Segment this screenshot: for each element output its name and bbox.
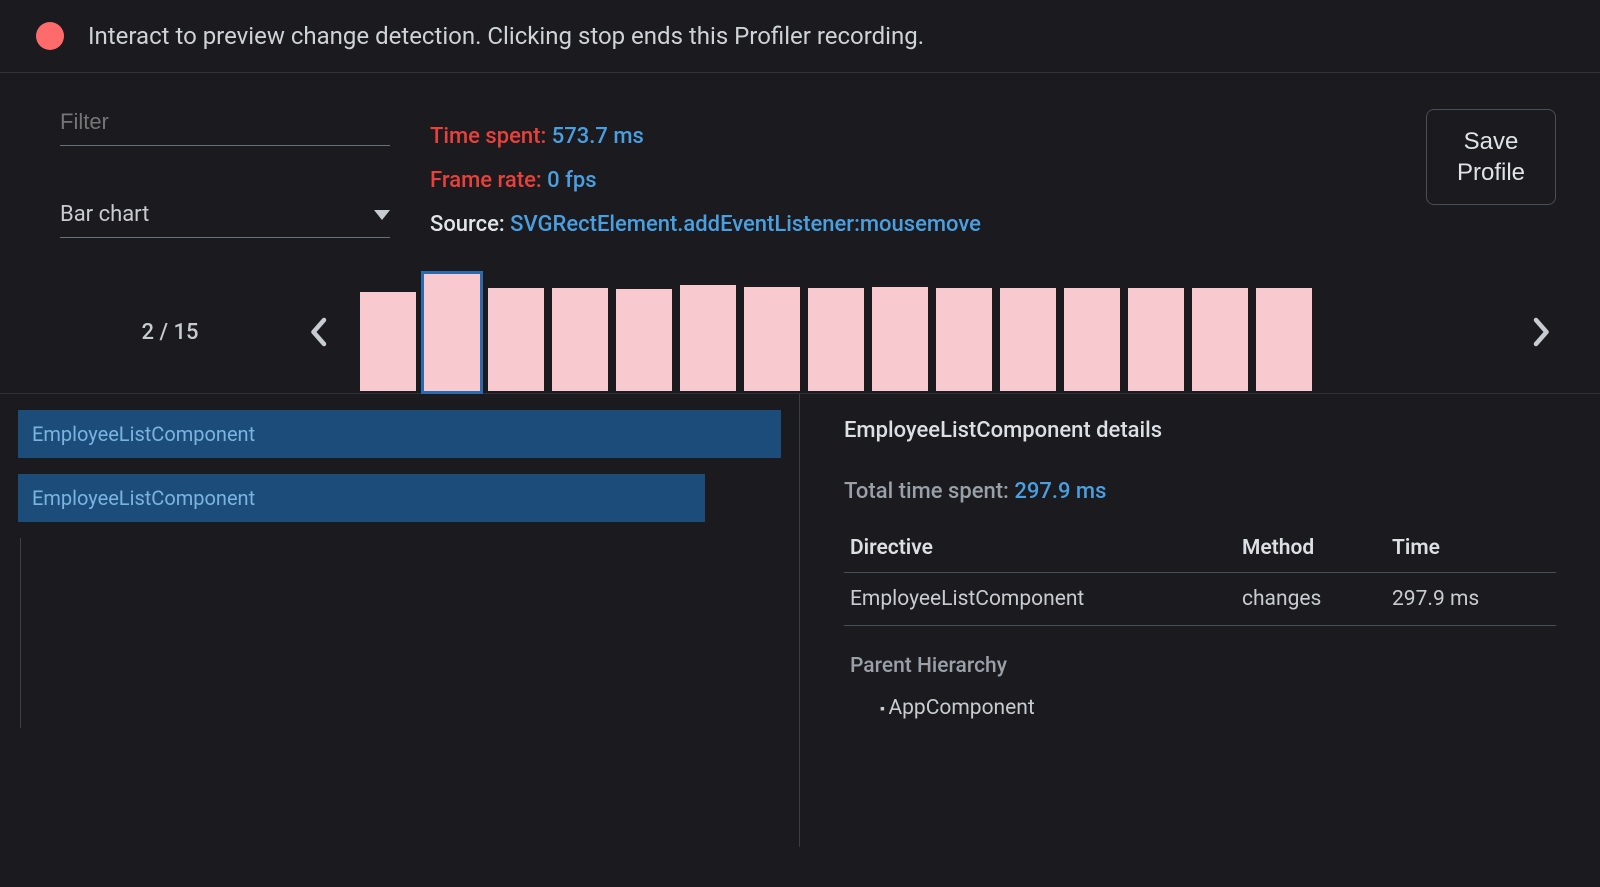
col-method: Method	[1236, 524, 1386, 573]
frame-bar[interactable]	[744, 287, 800, 391]
frame-bar[interactable]	[1000, 288, 1056, 391]
chevron-down-icon	[374, 210, 390, 220]
frame-bar[interactable]	[552, 288, 608, 391]
col-time: Time	[1386, 524, 1556, 573]
frame-bar[interactable]	[488, 288, 544, 391]
frame-bar[interactable]	[936, 288, 992, 391]
tree-rail	[20, 538, 781, 728]
hierarchy-title: Parent Hierarchy	[844, 654, 1556, 678]
time-spent-value: 573.7 ms	[552, 124, 644, 149]
record-stop-button[interactable]	[36, 22, 64, 50]
frame-bar[interactable]	[616, 289, 672, 391]
table-row: EmployeeListComponentchanges297.9 ms	[844, 573, 1556, 626]
frame-bar[interactable]	[360, 292, 416, 391]
chevron-left-icon	[309, 317, 327, 347]
cell-time: 297.9 ms	[1386, 573, 1556, 626]
cell-method: changes	[1236, 573, 1386, 626]
cell-directive: EmployeeListComponent	[844, 573, 1236, 626]
next-frame-button[interactable]	[1514, 304, 1570, 360]
frame-bar[interactable]	[1128, 288, 1184, 391]
frame-bar[interactable]	[808, 288, 864, 391]
details-title: EmployeeListComponent details	[844, 418, 1556, 443]
tree-bar[interactable]: EmployeeListComponent	[18, 410, 781, 458]
frame-bar[interactable]	[680, 285, 736, 391]
hierarchy-item[interactable]: AppComponent	[880, 696, 1556, 720]
stats-block: Time spent: 573.7 ms Frame rate: 0 fps S…	[430, 109, 1386, 247]
source-label: Source:	[430, 212, 505, 237]
save-profile-button[interactable]: Save Profile	[1426, 109, 1556, 205]
header-message: Interact to preview change detection. Cl…	[88, 22, 924, 50]
source-value[interactable]: SVGRectElement.addEventListener:mousemov…	[510, 212, 981, 237]
frame-rate-value: 0 fps	[547, 168, 596, 193]
frame-counter: 2 / 15	[60, 320, 280, 345]
col-directive: Directive	[844, 524, 1236, 573]
frames-track[interactable]	[356, 273, 1504, 391]
chevron-right-icon	[1533, 317, 1551, 347]
frame-bar[interactable]	[1192, 288, 1248, 391]
frame-rate-label: Frame rate:	[430, 168, 542, 193]
frame-bar[interactable]	[424, 274, 480, 391]
total-time-value: 297.9 ms	[1014, 479, 1106, 504]
view-mode-value: Bar chart	[60, 202, 149, 227]
filter-input[interactable]	[60, 109, 390, 135]
total-time-label: Total time spent:	[844, 479, 1009, 504]
directive-table: Directive Method Time EmployeeListCompon…	[844, 524, 1556, 626]
prev-frame-button[interactable]	[290, 304, 346, 360]
view-mode-select[interactable]: Bar chart	[60, 202, 390, 238]
tree-bar[interactable]: EmployeeListComponent	[18, 474, 705, 522]
frame-bar[interactable]	[1064, 288, 1120, 391]
frame-bar[interactable]	[872, 287, 928, 391]
frame-bar[interactable]	[1256, 288, 1312, 391]
details-panel: EmployeeListComponent details Total time…	[800, 394, 1600, 847]
component-tree: EmployeeListComponent EmployeeListCompone…	[0, 394, 800, 847]
time-spent-label: Time spent:	[430, 124, 546, 149]
filter-input-wrap[interactable]	[60, 109, 390, 146]
